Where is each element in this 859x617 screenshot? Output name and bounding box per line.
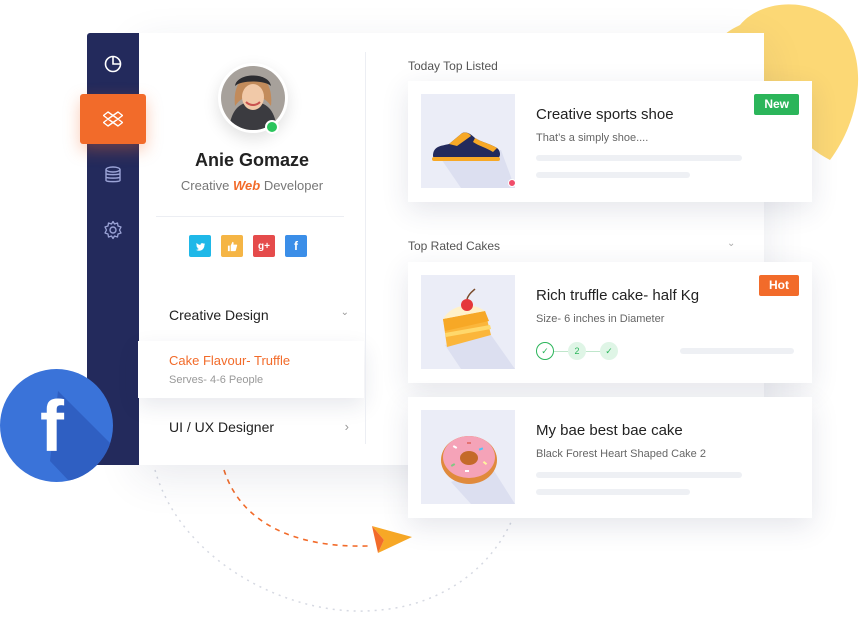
database-icon: [105, 166, 121, 183]
product-thumbnail: [421, 410, 515, 504]
step-connector: [586, 350, 600, 352]
facebook-badge[interactable]: f: [0, 369, 113, 482]
chevron-down-icon: ⌄: [340, 307, 349, 318]
column-divider: [365, 52, 366, 444]
status-badge: New: [754, 94, 799, 115]
facebook-icon: f: [40, 387, 64, 467]
product-card[interactable]: Rich truffle cake- half Kg Size- 6 inche…: [408, 262, 812, 383]
placeholder-bar: [536, 472, 742, 478]
chevron-right-icon: ›: [344, 419, 349, 434]
accordion-ux-designer[interactable]: UI / UX Designer ›: [169, 419, 349, 435]
step-number: 2: [568, 342, 586, 360]
section-title-today: Today Top Listed: [408, 59, 498, 73]
profile-role: Creative Web Developer: [138, 178, 366, 193]
check-icon: ✓: [536, 342, 554, 360]
facebook-icon: f: [294, 239, 298, 253]
placeholder-bar: [536, 172, 690, 178]
twitter-icon: [195, 242, 205, 251]
accordion-open-item[interactable]: Cake Flavour- Truffle Serves- 4-6 People: [138, 341, 364, 398]
donut-icon: [441, 436, 515, 504]
role-highlight: Web: [232, 178, 261, 193]
product-subtitle: Black Forest Heart Shaped Cake 2: [536, 448, 706, 460]
sidebar-item-database[interactable]: [87, 150, 139, 200]
gear-icon: [104, 220, 122, 240]
sidebar-item-stats[interactable]: [87, 39, 139, 89]
product-title: My bae best bae cake: [536, 422, 683, 439]
dropbox-icon: [103, 111, 123, 127]
accordion-label: UI / UX Designer: [169, 419, 275, 435]
placeholder-bar: [536, 155, 742, 161]
product-title: Rich truffle cake- half Kg: [536, 287, 700, 304]
accordion-label: Creative Design: [169, 307, 269, 323]
role-prefix: Creative: [180, 178, 230, 193]
like-button[interactable]: [221, 235, 243, 257]
product-card[interactable]: Creative sports shoe That’s a simply sho…: [408, 81, 812, 202]
google-plus-icon: g+: [258, 240, 270, 252]
online-status-indicator: [265, 120, 279, 134]
open-item-subtitle: Serves- 4-6 People: [169, 374, 264, 386]
sidebar-item-settings[interactable]: [87, 205, 139, 255]
divider: [156, 216, 344, 217]
status-dot: [508, 179, 516, 187]
accordion-creative-design[interactable]: Creative Design ⌄: [169, 307, 349, 323]
product-subtitle: That’s a simply shoe....: [536, 132, 649, 144]
profile-panel: Anie Gomaze Creative Web Developer g+ f …: [138, 33, 366, 465]
status-badge: Hot: [759, 275, 799, 296]
shoe-icon: [432, 132, 515, 188]
placeholder-bar: [680, 348, 794, 354]
progress-steps: ✓ 2 ✓: [536, 342, 618, 360]
sidebar-item-dropbox[interactable]: [80, 94, 146, 144]
pie-chart-icon: [104, 55, 122, 73]
check-icon: ✓: [600, 342, 618, 360]
role-suffix: Developer: [263, 178, 324, 193]
profile-name: Anie Gomaze: [194, 150, 310, 170]
paper-plane-icon: [372, 526, 412, 553]
section-title-top-rated: Top Rated Cakes: [408, 239, 501, 253]
product-card[interactable]: My bae best bae cake Black Forest Heart …: [408, 397, 812, 518]
google-plus-button[interactable]: g+: [253, 235, 275, 257]
product-thumbnail: [421, 94, 515, 188]
twitter-button[interactable]: [189, 235, 211, 257]
cake-slice-icon: [443, 288, 515, 369]
product-title: Creative sports shoe: [536, 106, 674, 123]
product-subtitle: Size- 6 inches in Diameter: [536, 313, 665, 325]
product-thumbnail: [421, 275, 515, 369]
social-links: g+ f: [189, 235, 307, 257]
open-item-title: Cake Flavour- Truffle: [169, 353, 291, 368]
placeholder-bar: [536, 489, 690, 495]
facebook-button[interactable]: f: [285, 235, 307, 257]
thumbs-up-icon: [227, 241, 237, 251]
chevron-down-icon[interactable]: ⌄: [727, 238, 735, 249]
step-connector: [554, 350, 568, 352]
